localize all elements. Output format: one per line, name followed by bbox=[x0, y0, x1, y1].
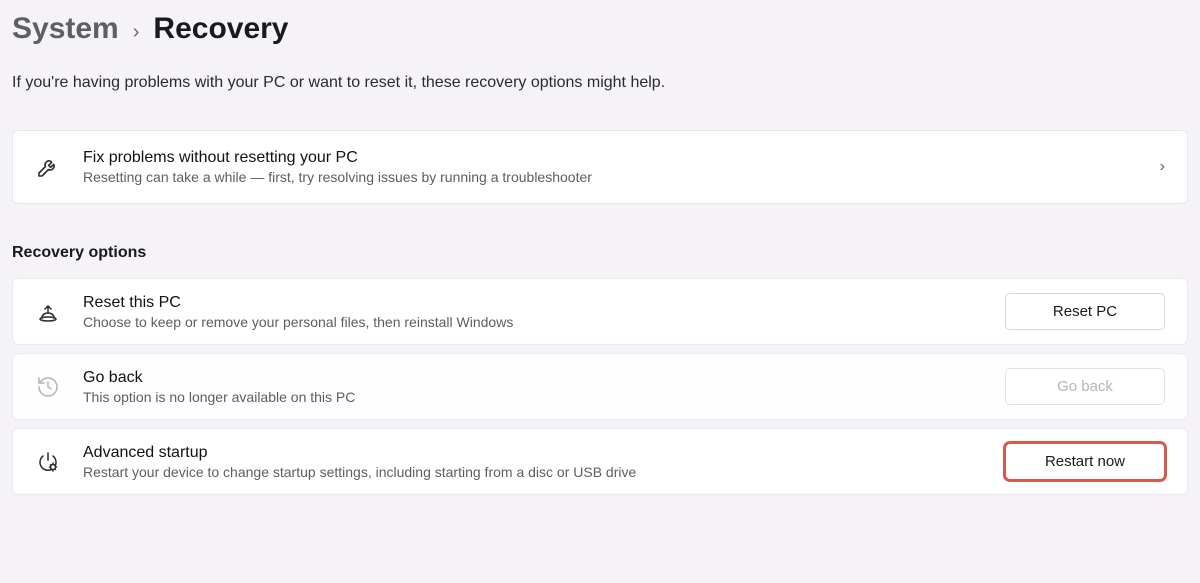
wrench-icon bbox=[35, 154, 61, 180]
chevron-right-icon: › bbox=[1160, 158, 1165, 176]
breadcrumb-parent[interactable]: System bbox=[12, 12, 119, 46]
fix-problems-card[interactable]: Fix problems without resetting your PC R… bbox=[12, 130, 1188, 204]
reset-pc-card: Reset this PC Choose to keep or remove y… bbox=[12, 278, 1188, 345]
advanced-startup-sub: Restart your device to change startup se… bbox=[83, 464, 983, 480]
reset-icon bbox=[35, 299, 61, 325]
reset-pc-button[interactable]: Reset PC bbox=[1005, 293, 1165, 330]
breadcrumb: System › Recovery bbox=[12, 12, 1188, 46]
reset-pc-sub: Choose to keep or remove your personal f… bbox=[83, 314, 983, 330]
go-back-button: Go back bbox=[1005, 368, 1165, 405]
restart-now-button[interactable]: Restart now bbox=[1005, 443, 1165, 480]
page-description: If you're having problems with your PC o… bbox=[12, 74, 1188, 92]
advanced-startup-card: Advanced startup Restart your device to … bbox=[12, 428, 1188, 495]
history-icon bbox=[35, 374, 61, 400]
reset-pc-title: Reset this PC bbox=[83, 294, 983, 312]
recovery-options-heading: Recovery options bbox=[12, 244, 1188, 262]
fix-problems-title: Fix problems without resetting your PC bbox=[83, 149, 1138, 167]
breadcrumb-current: Recovery bbox=[153, 12, 288, 46]
go-back-title: Go back bbox=[83, 369, 983, 387]
advanced-startup-title: Advanced startup bbox=[83, 444, 983, 462]
fix-problems-sub: Resetting can take a while — first, try … bbox=[83, 169, 1138, 185]
power-gear-icon bbox=[35, 449, 61, 475]
go-back-card: Go back This option is no longer availab… bbox=[12, 353, 1188, 420]
go-back-sub: This option is no longer available on th… bbox=[83, 389, 983, 405]
chevron-right-icon: › bbox=[133, 21, 140, 44]
